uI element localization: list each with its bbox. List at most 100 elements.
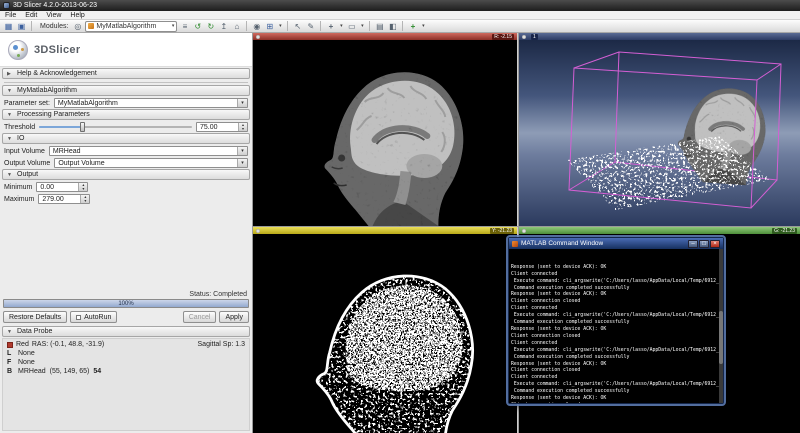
spin-down-icon[interactable]: ▾ [239,127,247,131]
parameter-set-combobox[interactable]: MyMatlabAlgorithm ▾ [53,98,248,108]
matlab-console-output[interactable]: Response (sent to device ACK): OK Client … [509,249,723,403]
slider-handle[interactable] [80,122,86,132]
maximize-button[interactable]: □ [699,239,709,248]
restore-defaults-button[interactable]: Restore Defaults [3,311,68,323]
red-slice-view: R: -2.15 [253,33,518,226]
menu-item[interactable]: View [46,12,61,19]
data-probe-header[interactable]: ▼ Data Probe [2,326,250,337]
pushpin-icon[interactable] [522,34,526,39]
minimum-row: Minimum 0.00 ▴ ▾ [4,182,248,192]
load-data-icon[interactable]: ▦ [3,21,14,32]
module-history-back-icon[interactable]: ↺ [192,21,203,32]
add-menu-arrow-icon[interactable]: ▾ [420,23,426,29]
minimize-button[interactable]: – [688,239,698,248]
maximum-label: Maximum [4,195,35,203]
module-search-icon[interactable]: ◎ [72,21,83,32]
ruler-menu-arrow-icon[interactable]: ▾ [359,23,365,29]
slicer-logo-text: 3DSlicer [34,43,81,56]
modules-label: Modules: [40,22,69,30]
apply-button[interactable]: Apply [219,311,249,323]
yellow-slice-canvas[interactable] [253,234,517,433]
autorun-checkbox[interactable] [76,314,82,320]
progress-value: 100% [118,300,134,307]
console-line: Execute command: cli_argswrite('C:/Users… [513,347,723,353]
window-titlebar[interactable]: 3D Slicer 4.2.0-2013-06-23 [0,0,800,11]
layout-icon[interactable]: ⊞ [264,21,275,32]
spin-down-icon[interactable]: ▾ [81,199,89,203]
matlab-titlebar[interactable]: MATLAB Command Window – □ × [509,238,723,249]
close-button[interactable]: × [710,239,720,248]
threshold-row: Threshold 75.00 ▴ ▾ [4,122,248,132]
console-line: Response (sent to device ACK): OK [511,396,607,402]
toolbar-separator [402,21,404,31]
maximum-spinbox[interactable]: 279.00 ▴ ▾ [38,194,91,204]
module-menu-icon[interactable]: ≡ [179,21,190,32]
save-icon[interactable]: ▣ [16,21,27,32]
processing-parameters-header[interactable]: ▼ Processing Parameters [2,109,250,120]
module-selector[interactable]: MyMatlabAlgorithm ▾ [85,20,178,32]
slicer-logo-icon [8,39,28,60]
threed-view-badge: 1 [531,33,538,40]
scrollbar-thumb[interactable] [719,310,723,365]
module-level-up-icon[interactable]: ↥ [218,21,229,32]
red-slice-swatch-icon [7,341,13,348]
layout-menu-arrow-icon[interactable]: ▾ [277,23,283,29]
screenshot-icon[interactable]: ◉ [251,21,262,32]
cancel-button[interactable]: Cancel [182,311,217,323]
threshold-value: 75.00 [200,123,218,131]
input-volume-combobox[interactable]: MRHead ▾ [48,146,248,156]
threed-view: 1 [519,33,800,226]
label-volume-icon[interactable]: ◧ [387,21,398,32]
threshold-slider[interactable] [39,122,192,132]
pushpin-icon[interactable] [256,34,260,39]
data-probe-row: F None [7,359,35,366]
pencil-icon[interactable]: ✎ [305,21,316,32]
parameter-set-label: Parameter set: [4,99,50,107]
pushpin-icon[interactable] [256,228,260,233]
console-line: Response (sent to device ACK): OK [511,264,607,270]
processing-parameters-label: Processing Parameters [17,111,90,118]
green-slice-controller-bar[interactable]: G: -21.23 [519,227,800,234]
threshold-spinbox[interactable]: 75.00 ▴ ▾ [196,122,248,132]
scrollbar[interactable] [719,249,723,403]
volume-icon[interactable]: ▤ [374,21,385,32]
crosshair-menu-arrow-icon[interactable]: ▾ [338,23,344,29]
threshold-label: Threshold [4,123,36,131]
pushpin-icon[interactable] [522,228,526,233]
divider [4,82,248,83]
module-section-header[interactable]: ▼ MyMatlabAlgorithm [2,85,250,96]
minimum-spinbox[interactable]: 0.00 ▴ ▾ [36,182,89,192]
console-line: Command execution completed successfully [511,354,630,360]
collapse-arrow-icon: ▼ [7,87,12,94]
mouse-interaction-icon[interactable]: ↖ [292,21,303,32]
module-buttons-row: Restore Defaults AutoRun Cancel Apply [3,311,249,323]
help-section-header[interactable]: ▶ Help & Acknowledgement [2,68,250,79]
threed-controller-bar[interactable]: 1 [519,33,800,40]
autorun-button[interactable]: AutoRun [70,311,118,323]
threed-canvas[interactable] [519,40,800,226]
red-slice-offset: R: -2.15 [492,33,514,40]
output-section-header[interactable]: ▼ Output [2,169,250,180]
data-probe-row: B MRHead (55, 149, 65) 54 [7,368,102,375]
output-volume-combobox[interactable]: Output Volume ▾ [54,158,248,168]
menu-item[interactable]: Edit [25,12,37,19]
red-slice-canvas[interactable] [253,40,517,226]
module-history-forward-icon[interactable]: ↻ [205,21,216,32]
menu-item[interactable]: Help [70,12,84,19]
ruler-icon[interactable]: ▭ [346,21,357,32]
menubar: File Edit View Help [0,11,800,20]
crosshair-icon[interactable]: + [325,21,336,32]
add-icon[interactable]: + [407,21,418,32]
home-icon[interactable]: ⌂ [231,21,242,32]
menu-item[interactable]: File [5,12,16,19]
console-line: Command execution completed successfully [511,320,630,326]
spin-down-icon[interactable]: ▾ [79,187,87,191]
yellow-slice-controller-bar[interactable]: Y: -21.23 [253,227,517,234]
chevron-down-icon: ▾ [237,147,247,155]
io-section-header[interactable]: ▼ IO [2,133,250,144]
matlab-command-window: MATLAB Command Window – □ × Response (se… [508,237,724,404]
toolbar-separator [287,21,289,31]
slicer-window: 3D Slicer 4.2.0-2013-06-23 File Edit View H… [0,0,800,433]
minimum-value: 0.00 [40,183,55,191]
red-slice-controller-bar[interactable]: R: -2.15 [253,33,517,40]
